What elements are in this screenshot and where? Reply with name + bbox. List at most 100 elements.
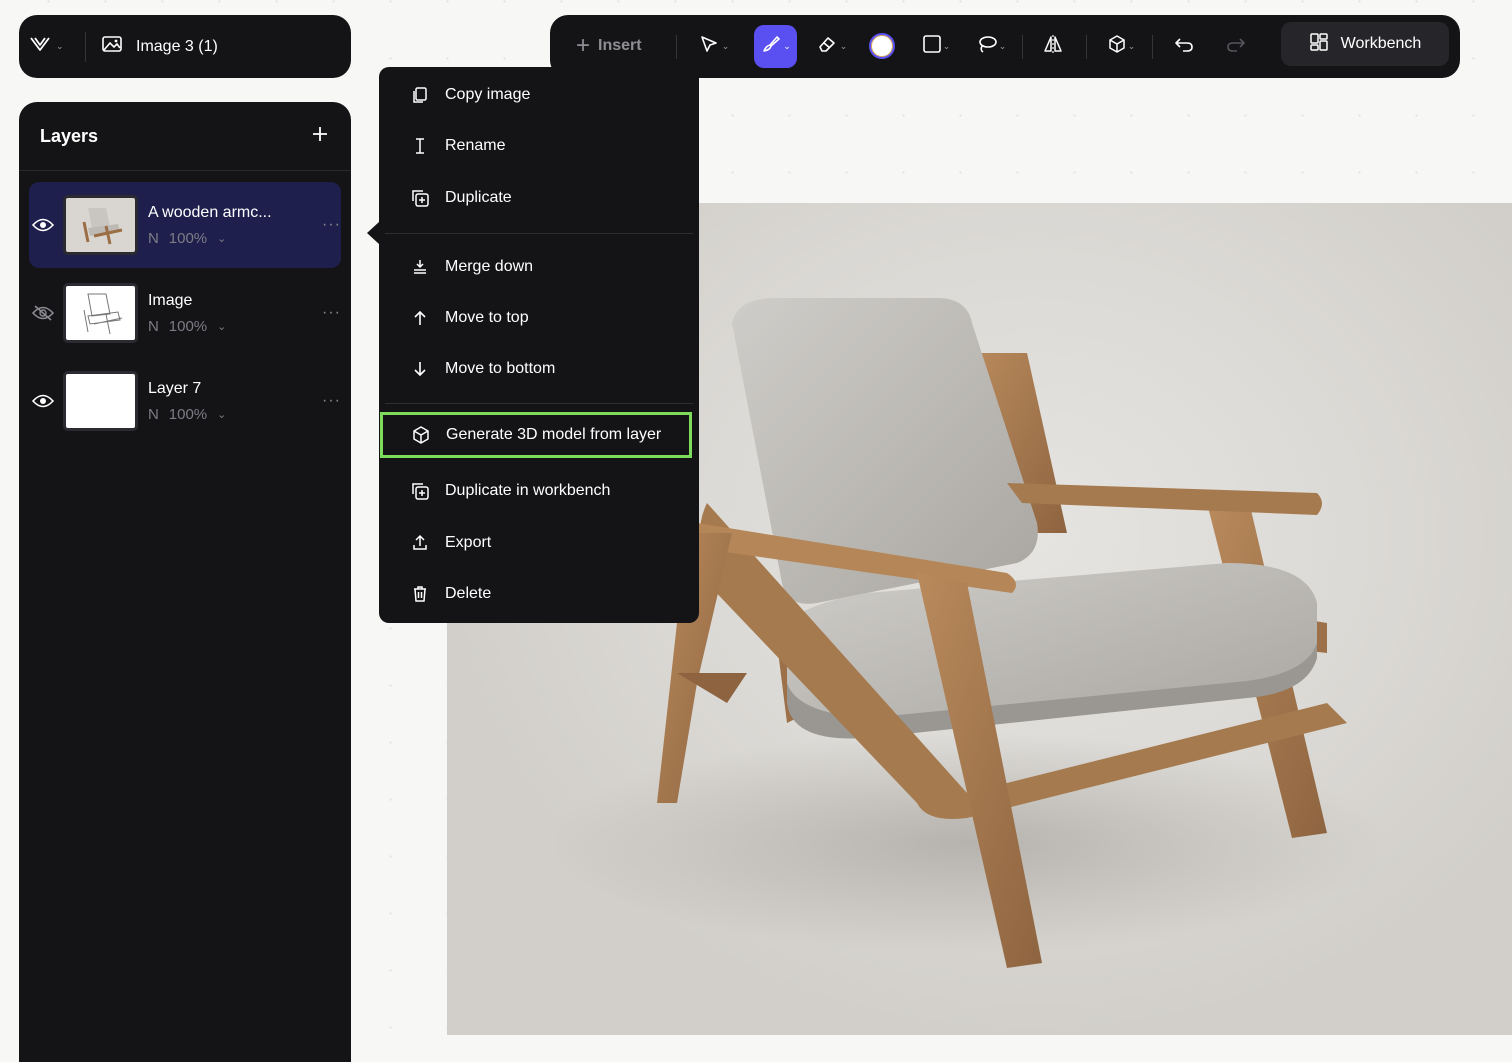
plus-icon: + [576,32,591,59]
cube-icon [408,425,434,445]
menu-item-duplicate-in-workbench[interactable]: Duplicate in workbench [379,467,699,515]
3d-tool-button[interactable]: ⌄ [1104,25,1138,67]
chevron-down-icon: ⌄ [783,41,791,51]
insert-button[interactable]: + Insert [576,25,642,67]
document-title: Image 3 (1) [136,37,218,55]
flip-icon [1042,34,1064,59]
menu-item-label: Delete [445,585,492,602]
text-cursor-icon [407,137,433,155]
menu-item-label: Copy image [445,86,531,103]
plus-icon [313,126,327,141]
chevron-down-icon: ⌄ [721,40,730,51]
menu-item-label: Move to top [445,309,529,326]
undo-icon [1173,35,1195,58]
menu-item-move-to-top[interactable]: Move to top [379,294,699,342]
layer-thumbnail [62,283,138,343]
document-title-area[interactable]: Image 3 (1) [102,36,218,57]
chevron-down-icon: ⌄ [998,40,1007,51]
menu-item-duplicate[interactable]: Duplicate [379,174,699,222]
arrow-down-icon [407,360,433,378]
menu-item-label: Duplicate in workbench [445,482,611,499]
chevron-down-icon[interactable]: ⌄ [217,232,226,245]
layer-opacity[interactable]: 100% [169,406,207,423]
more-options-icon[interactable]: ··· [322,216,341,234]
divider [1086,35,1087,59]
export-icon [407,534,433,552]
undo-button[interactable] [1168,25,1200,67]
lasso-tool-button[interactable]: ⌄ [974,25,1008,67]
menu-item-label: Move to bottom [445,360,556,377]
square-icon [922,34,942,59]
eye-icon[interactable] [31,218,55,232]
cube-icon [1107,34,1127,59]
blend-mode: N [147,317,159,335]
layers-panel: Layers A wooden armc... N 100% ⌄ ··· Ima… [19,102,351,1062]
menu-item-delete[interactable]: Delete [379,570,699,618]
divider [676,35,677,59]
menu-item-label: Duplicate [445,189,512,206]
brush-tool-button[interactable]: ⌄ [754,25,797,68]
trash-icon [407,585,433,603]
layer-opacity[interactable]: 100% [169,230,207,247]
image-icon [102,36,122,57]
copy-icon [407,86,433,104]
blend-mode: N [147,229,159,247]
chevron-down-icon[interactable]: ⌄ [217,408,226,421]
layer-row[interactable]: A wooden armc... N 100% ⌄ ··· [29,182,341,268]
menu-divider [385,233,693,234]
color-swatch-icon [869,33,895,59]
eye-off-icon[interactable] [31,305,55,321]
blend-mode: N [147,405,159,423]
layers-title: Layers [40,125,99,146]
layer-name: A wooden armc... [147,203,272,221]
layers-header: Layers [19,102,351,171]
chevron-down-icon: ⌄ [56,41,64,51]
duplicate-icon [407,188,433,208]
eye-icon[interactable] [31,394,55,408]
chevron-down-icon: ⌄ [942,40,951,51]
workbench-button[interactable]: Workbench [1281,22,1449,66]
divider [1152,35,1153,59]
menu-pointer [367,222,379,244]
menu-item-move-to-bottom[interactable]: Move to bottom [379,345,699,393]
select-tool-button[interactable]: ⌄ [694,25,734,67]
insert-label: Insert [598,37,642,54]
chevron-down-icon[interactable]: ⌄ [217,320,226,333]
cursor-icon [699,34,721,59]
menu-item-label: Merge down [445,258,534,275]
eraser-icon [817,34,839,59]
grid-icon [1309,32,1329,57]
menu-divider [385,403,693,404]
menu-item-generate-3d-model[interactable]: Generate 3D model from layer [380,412,692,458]
lasso-icon [976,34,998,59]
redo-button[interactable] [1220,25,1252,67]
flip-tool-button[interactable] [1038,25,1068,67]
layer-opacity[interactable]: 100% [169,318,207,335]
document-bar: ⌄ Image 3 (1) [19,15,351,78]
layer-row[interactable]: Layer 7 N 100% ⌄ ··· [29,358,341,444]
layer-thumbnail [62,195,138,255]
app-logo-icon [29,35,51,58]
workbench-label: Workbench [1340,35,1422,52]
layer-thumbnail [62,371,138,431]
more-options-icon[interactable]: ··· [322,392,341,410]
more-options-icon[interactable]: ··· [322,304,341,322]
add-layer-button[interactable] [311,125,329,148]
shape-tool-button[interactable]: ⌄ [920,25,952,67]
brush-icon [760,33,782,60]
eraser-tool-button[interactable]: ⌄ [812,25,852,67]
duplicate-workbench-icon [407,481,433,501]
divider [85,31,86,62]
layer-row[interactable]: Image N 100% ⌄ ··· [29,270,341,356]
menu-item-rename[interactable]: Rename [379,122,699,170]
menu-item-label: Export [445,534,492,551]
menu-item-copy-image[interactable]: Copy image [379,71,699,119]
layer-name: Layer 7 [147,379,202,397]
color-swatch-button[interactable] [866,25,898,67]
chevron-down-icon: ⌄ [1127,40,1136,51]
menu-item-export[interactable]: Export [379,519,699,567]
app-menu-button[interactable]: ⌄ [19,27,85,67]
chevron-down-icon: ⌄ [839,40,848,51]
layer-name: Image [147,291,193,309]
menu-item-merge-down[interactable]: Merge down [379,243,699,291]
